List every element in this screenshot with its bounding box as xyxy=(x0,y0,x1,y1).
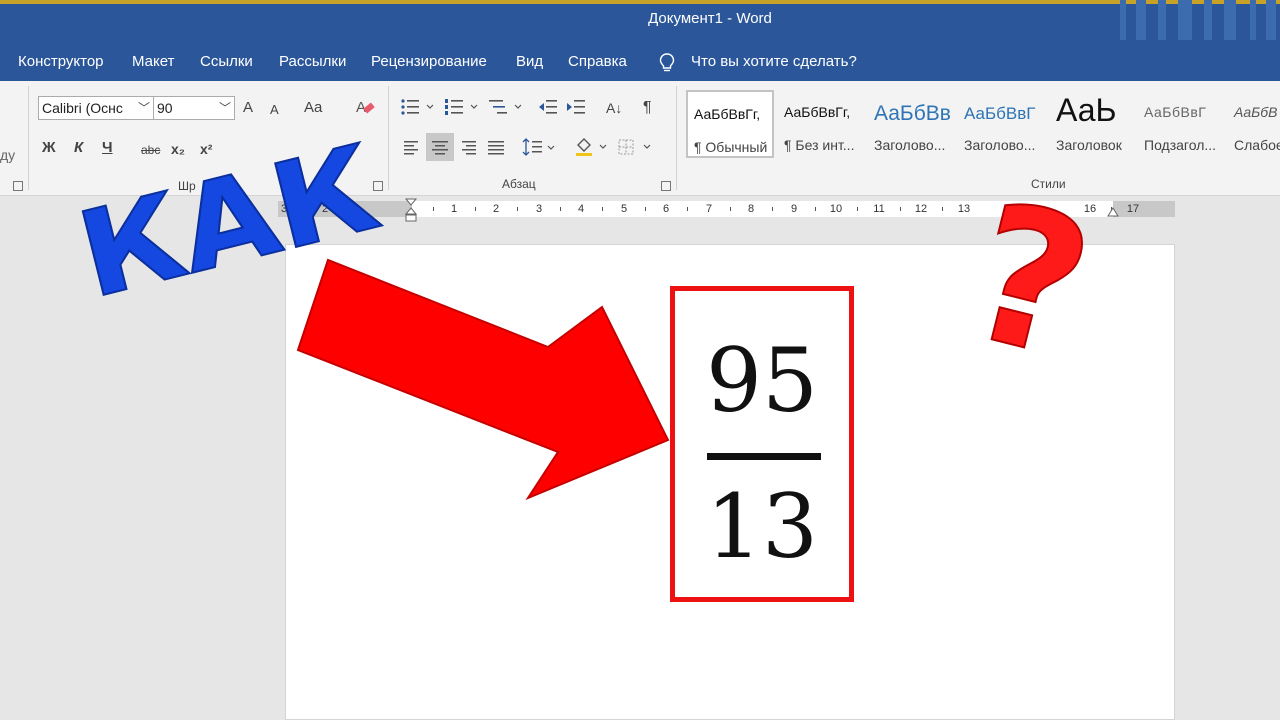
paragraph-dialog-launcher[interactable] xyxy=(661,181,671,191)
ruler-number: 9 xyxy=(790,203,798,215)
ruler-number: 4 xyxy=(577,203,585,215)
question-text: ? xyxy=(949,161,1109,402)
style-normal[interactable]: АаБбВвГг, ¶ Обычный xyxy=(686,90,774,158)
tell-me-search[interactable]: Что вы хотите сделать? xyxy=(691,53,857,70)
style-name: Заголовок xyxy=(1056,137,1122,153)
style-name: Слабое... xyxy=(1234,137,1280,153)
bold-button[interactable]: Ж xyxy=(42,139,56,157)
group-separator xyxy=(676,86,677,190)
fraction-bar xyxy=(707,453,821,460)
style-name: Заголово... xyxy=(964,137,1036,153)
window-title: Документ1 - Word xyxy=(648,10,772,27)
align-left-icon[interactable] xyxy=(403,139,421,155)
align-center-icon[interactable] xyxy=(431,139,449,155)
decrease-indent-icon[interactable] xyxy=(538,98,558,116)
increase-indent-icon[interactable] xyxy=(566,98,586,116)
fraction-numerator[interactable]: 95 xyxy=(675,331,849,431)
indent-marker[interactable] xyxy=(404,198,418,226)
arrow-right-icon xyxy=(296,258,670,501)
clipboard-dialog-launcher[interactable] xyxy=(13,181,23,191)
chevron-down-icon: ﹀ xyxy=(218,101,231,115)
font-size-box[interactable]: 90 ﹀ xyxy=(153,96,235,120)
style-name: Подзагол... xyxy=(1144,137,1217,153)
group-separator xyxy=(28,86,29,190)
ruler-number: 5 xyxy=(620,203,628,215)
paragraph-group-label: Абзац xyxy=(502,177,536,191)
ruler-number: 2 xyxy=(492,203,500,215)
style-title[interactable]: АаЬ Заголовок xyxy=(1050,90,1138,158)
style-sample: АаЬ xyxy=(1056,92,1117,128)
line-spacing-icon[interactable] xyxy=(522,137,558,157)
tab-references[interactable]: Ссылки xyxy=(200,53,253,70)
style-sample: АаБбВвГ xyxy=(964,104,1036,123)
justify-icon[interactable] xyxy=(487,139,505,155)
fraction-highlight-box: 95 13 xyxy=(670,286,854,602)
ruler-number: 7 xyxy=(705,203,713,215)
style-name: ¶ Без инт... xyxy=(784,137,855,153)
font-size-value: 90 xyxy=(157,100,173,116)
style-sample: АаБбВвГг, xyxy=(694,106,761,122)
ruler-number: 10 xyxy=(829,203,843,215)
tab-layout[interactable]: Макет xyxy=(132,53,174,70)
style-heading-1[interactable]: АаБбВв Заголово... xyxy=(868,90,956,158)
clipboard-group-cut-label: ду xyxy=(0,147,16,163)
ruler-number: 6 xyxy=(662,203,670,215)
style-heading-2[interactable]: АаБбВвГ Заголово... xyxy=(958,90,1046,158)
font-name-value: Calibri (Оснс xyxy=(42,100,123,116)
style-sample: АаБбВв xyxy=(874,102,951,125)
style-no-spacing[interactable]: АаБбВвГг, ¶ Без инт... xyxy=(778,90,866,158)
shrink-font-icon[interactable]: A xyxy=(270,101,279,119)
tab-design[interactable]: Конструктор xyxy=(18,53,104,70)
lightbulb-icon[interactable] xyxy=(659,53,675,73)
tab-mailings[interactable]: Рассылки xyxy=(279,53,346,70)
style-sample: АаБбВвГг, xyxy=(784,104,851,120)
ribbon-tabs: Конструктор Макет Ссылки Рассылки Реценз… xyxy=(0,40,1280,81)
tab-view[interactable]: Вид xyxy=(516,53,543,70)
change-case-icon[interactable]: Aa xyxy=(304,99,322,117)
multilevel-list-icon[interactable] xyxy=(488,98,524,116)
style-sample: АаБбВ xyxy=(1234,104,1278,120)
clear-format-icon[interactable]: A xyxy=(355,97,375,117)
svg-text:A: A xyxy=(356,99,366,116)
borders-icon[interactable] xyxy=(617,138,655,156)
ruler-number: 8 xyxy=(747,203,755,215)
right-indent-marker[interactable] xyxy=(1106,206,1120,220)
style-name: Заголово... xyxy=(874,137,946,153)
style-name: ¶ Обычный xyxy=(694,139,768,155)
show-marks-icon[interactable]: ¶ xyxy=(643,99,652,117)
ruler-number: 12 xyxy=(914,203,928,215)
bullet-list-icon[interactable] xyxy=(400,98,436,116)
fraction-denominator[interactable]: 13 xyxy=(675,477,849,577)
ruler-number: 11 xyxy=(873,203,885,215)
style-sample: АаБбВвГ xyxy=(1144,104,1207,120)
question-mark-icon: ? xyxy=(948,160,1110,403)
tab-review[interactable]: Рецензирование xyxy=(371,53,487,70)
ruler-right-margin xyxy=(1113,201,1175,217)
align-right-icon[interactable] xyxy=(459,139,477,155)
grow-font-icon[interactable]: A xyxy=(243,99,253,117)
tab-help[interactable]: Справка xyxy=(568,53,627,70)
style-subtle-emphasis[interactable]: АаБбВ Слабое... xyxy=(1228,90,1280,158)
ruler-number: 1 xyxy=(450,203,458,215)
font-name-box[interactable]: Calibri (Оснс ﹀ xyxy=(38,96,154,120)
shading-icon[interactable] xyxy=(574,135,610,157)
headline-overlay: КАК xyxy=(65,117,391,325)
ruler-number: 3 xyxy=(535,203,543,215)
ruler-number: 17 xyxy=(1126,203,1140,215)
style-subtitle[interactable]: АаБбВвГ Подзагол... xyxy=(1138,90,1226,158)
sort-icon[interactable]: A↓ xyxy=(606,99,622,117)
chevron-down-icon: ﹀ xyxy=(137,101,150,115)
title-bar: Документ1 - Word xyxy=(0,0,1280,40)
numbered-list-icon[interactable] xyxy=(444,98,480,116)
